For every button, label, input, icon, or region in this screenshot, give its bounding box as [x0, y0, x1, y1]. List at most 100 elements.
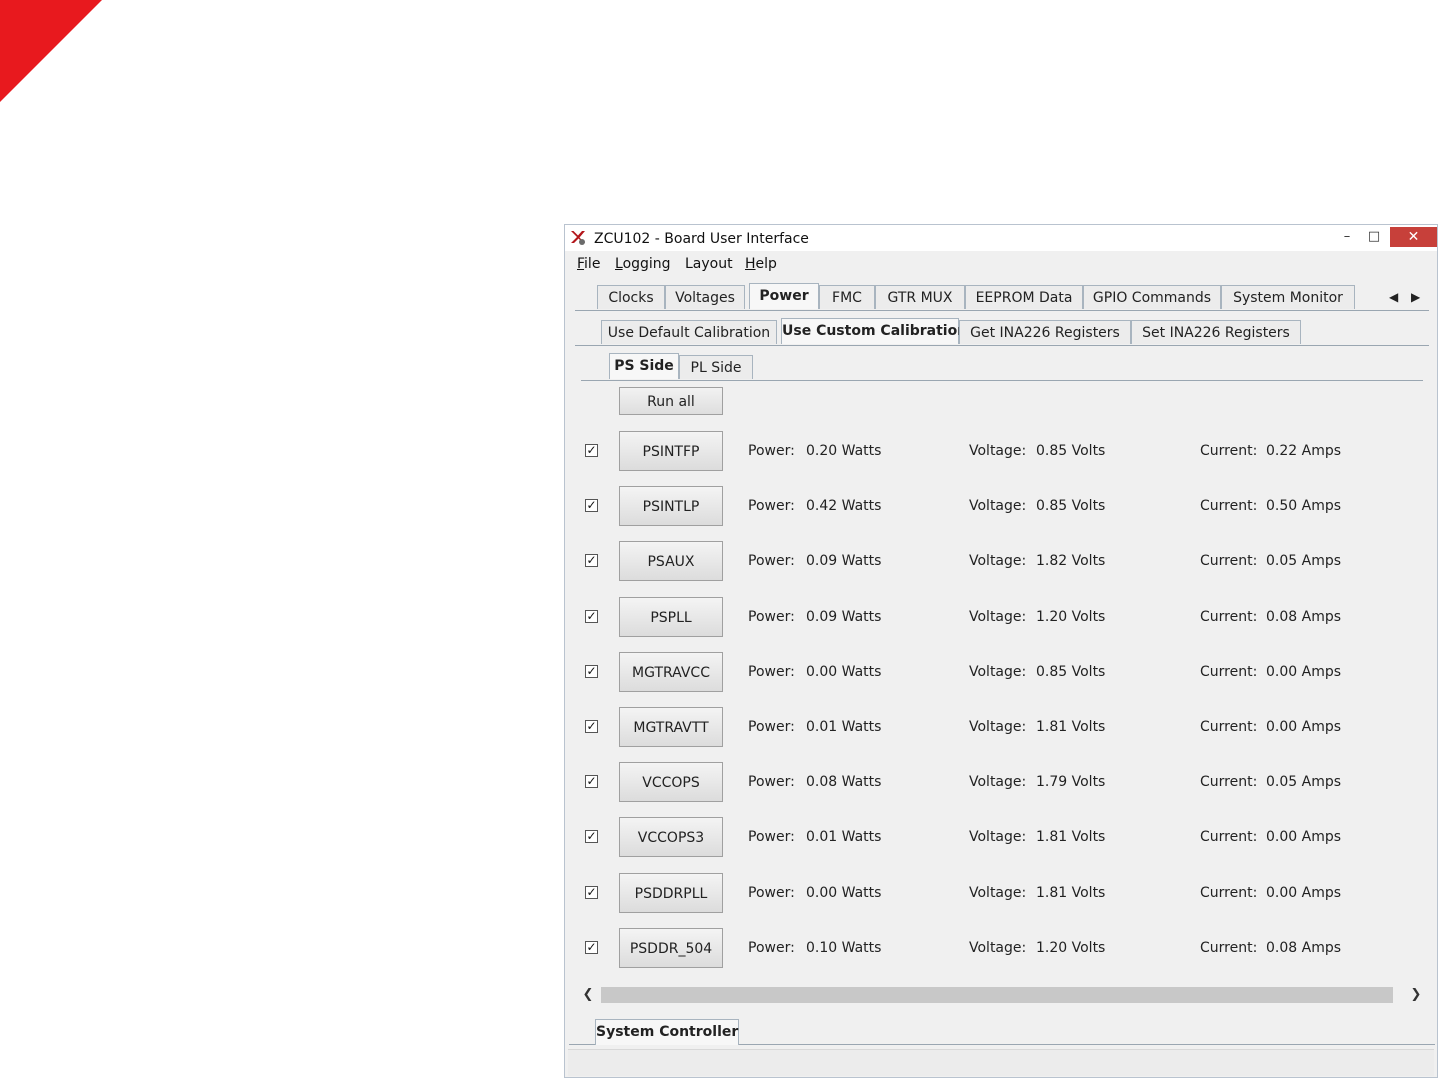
menu-item-help[interactable]: Help	[745, 256, 777, 272]
current-value: 0.50 Amps	[1266, 498, 1342, 515]
menu-item-layout[interactable]: Layout	[685, 256, 733, 272]
rail-row: ✓ MGTRAVCC Power: 0.00 Watts Voltage: 0.85 Vo…	[565, 651, 1437, 692]
current-label: Current:	[1200, 829, 1258, 846]
power-value: 0.20 Watts	[806, 443, 882, 459]
rail-button[interactable]: PSPLL	[619, 596, 723, 637]
power-value: 0.09 Watts	[806, 608, 882, 625]
power-label: Power:	[748, 608, 795, 625]
main-tab-2[interactable]: Power	[749, 283, 819, 309]
power-label: Power:	[748, 498, 795, 515]
power-label: Power:	[748, 553, 795, 570]
current-label: Current:	[1200, 608, 1258, 625]
current-label: Current:	[1200, 553, 1258, 570]
title-bar: ZCU102 - Board User Interface – □ ✕	[565, 225, 1437, 251]
rail-row: ✓ PSAUX Power: 0.09 Watts Voltage: 1.82 Volts…	[565, 541, 1437, 582]
calibration-tab-1[interactable]: Use Custom Calibration	[781, 318, 967, 344]
rail-checkbox[interactable]: ✓	[585, 775, 598, 789]
main-tab-5[interactable]: EEPROM Data	[965, 285, 1083, 309]
rail-row: ✓ PSPLL Power: 0.09 Watts Voltage: 1.20 Volts…	[565, 596, 1437, 637]
rail-button[interactable]: VCCOPS	[619, 762, 723, 803]
current-label: Current:	[1200, 884, 1258, 901]
calibration-tab-3[interactable]: Set INA226 Registers	[1131, 320, 1301, 344]
rail-checkbox[interactable]: ✓	[585, 664, 598, 678]
power-label: Power:	[748, 663, 795, 680]
voltage-value: 1.82 Volts	[1036, 553, 1106, 570]
rail-checkbox[interactable]: ✓	[585, 940, 598, 954]
rail-checkbox[interactable]: ✓	[585, 720, 598, 733]
voltage-label: Voltage:	[969, 443, 1027, 459]
rail-row: ✓ PSINTFP Power: 0.20 Watts Voltage: 0.85 Vol…	[565, 431, 1437, 471]
scroll-left-icon[interactable]: ❮	[579, 985, 597, 1005]
rail-button[interactable]: PSDDR_504	[619, 927, 723, 968]
current-value: 0.00 Amps	[1266, 663, 1342, 680]
tab-system-controller[interactable]: System Controller	[595, 1019, 739, 1045]
power-label: Power:	[748, 829, 795, 846]
menu-label: ile	[584, 256, 601, 272]
rail-row: ✓ PSDDR_504 Power: 0.10 Watts Voltage: 1.20 V…	[565, 927, 1437, 968]
tab-scroll-left-icon[interactable]: ◀	[1389, 290, 1398, 304]
rail-checkbox[interactable]: ✓	[585, 444, 598, 457]
current-label: Current:	[1200, 443, 1258, 459]
menu-accelerator: L	[615, 256, 623, 272]
rail-button[interactable]: PSINTFP	[619, 431, 723, 471]
rail-button[interactable]: MGTRAVTT	[619, 707, 723, 747]
rail-checkbox[interactable]: ✓	[585, 830, 598, 844]
horizontal-scrollbar[interactable]: ❮ ❯	[579, 985, 1425, 1005]
side-tab-1[interactable]: PL Side	[679, 355, 753, 379]
run-all-button[interactable]: Run all	[619, 387, 723, 415]
tab-scroll-right-icon[interactable]: ▶	[1411, 290, 1420, 304]
maximize-button[interactable]: □	[1362, 227, 1386, 247]
rail-button[interactable]: PSAUX	[619, 541, 723, 582]
rail-checkbox[interactable]: ✓	[585, 885, 598, 899]
rail-checkbox[interactable]: ✓	[585, 609, 598, 623]
menu-item-file[interactable]: File	[577, 256, 600, 272]
scroll-right-icon[interactable]: ❯	[1407, 985, 1425, 1005]
power-label: Power:	[748, 443, 795, 459]
calibration-tab-strip: Use Default Calibration Use Custom Calibr…	[565, 318, 1437, 346]
main-tab-0[interactable]: Clocks	[597, 285, 665, 309]
power-value: 0.00 Watts	[806, 663, 882, 680]
voltage-label: Voltage:	[969, 498, 1027, 515]
voltage-value: 1.81 Volts	[1036, 719, 1106, 735]
current-value: 0.08 Amps	[1266, 939, 1342, 956]
minimize-button[interactable]: –	[1335, 227, 1359, 247]
menu-label: ogging	[622, 256, 671, 272]
voltage-label: Voltage:	[969, 884, 1027, 901]
rail-button[interactable]: PSDDRPLL	[619, 872, 723, 913]
calibration-tab-2[interactable]: Get INA226 Registers	[959, 320, 1131, 344]
rail-row: ✓ VCCOPS Power: 0.08 Watts Voltage: 1.79 Volt…	[565, 762, 1437, 803]
window-title: ZCU102 - Board User Interface	[594, 231, 809, 247]
app-logo-icon	[571, 231, 585, 245]
power-label: Power:	[748, 884, 795, 901]
close-button[interactable]: ✕	[1390, 227, 1437, 247]
main-tab-7[interactable]: System Monitor	[1221, 285, 1355, 309]
rail-row: ✓ PSINTLP Power: 0.42 Watts Voltage: 0.85 Vol…	[565, 486, 1437, 527]
status-bar	[568, 1049, 1434, 1076]
rail-checkbox[interactable]: ✓	[585, 554, 598, 568]
voltage-label: Voltage:	[969, 719, 1027, 735]
main-tab-strip: Clocks Voltages Power FMC GTR MUX EEPROM Data…	[565, 283, 1437, 311]
main-tab-3[interactable]: FMC	[819, 285, 875, 309]
main-tab-6[interactable]: GPIO Commands	[1083, 285, 1221, 309]
main-tab-1[interactable]: Voltages	[665, 285, 745, 309]
side-tab-0[interactable]: PS Side	[609, 353, 679, 379]
power-value: 0.10 Watts	[806, 939, 882, 956]
voltage-value: 1.20 Volts	[1036, 939, 1106, 956]
menu-bar: File Logging Layout Help	[565, 252, 1437, 276]
power-value: 0.01 Watts	[806, 719, 882, 735]
rail-button[interactable]: VCCOPS3	[619, 817, 723, 858]
app-window: ZCU102 - Board User Interface – □ ✕ File…	[564, 224, 1438, 1078]
rail-row: ✓ MGTRAVTT Power: 0.01 Watts Voltage: 1.81 Vo…	[565, 707, 1437, 747]
voltage-value: 0.85 Volts	[1036, 663, 1106, 680]
voltage-label: Voltage:	[969, 774, 1027, 791]
menu-item-logging[interactable]: Logging	[615, 256, 671, 272]
rail-button[interactable]: PSINTLP	[619, 486, 723, 527]
menu-label: Layout	[685, 256, 733, 272]
scrollbar-thumb[interactable]	[601, 987, 1393, 1003]
calibration-tab-0[interactable]: Use Default Calibration	[601, 320, 777, 344]
rail-checkbox[interactable]: ✓	[585, 499, 598, 513]
power-value: 0.00 Watts	[806, 884, 882, 901]
power-value: 0.08 Watts	[806, 774, 882, 791]
rail-button[interactable]: MGTRAVCC	[619, 651, 723, 692]
main-tab-4[interactable]: GTR MUX	[875, 285, 965, 309]
